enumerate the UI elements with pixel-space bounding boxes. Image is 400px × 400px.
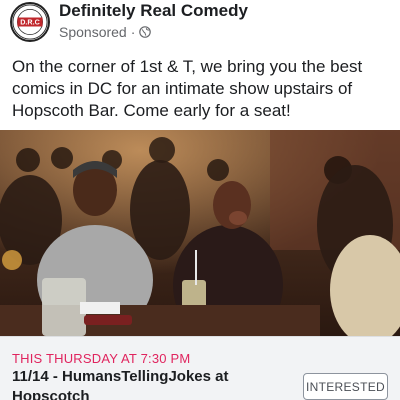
sponsored-label[interactable]: Sponsored xyxy=(59,24,127,40)
event-photo[interactable] xyxy=(0,130,400,336)
event-date-time: THIS THURSDAY AT 7:30 PM xyxy=(12,351,191,366)
post-header: D.R.C Definitely Real Comedy Sponsored · xyxy=(0,0,400,48)
post-body-text: On the corner of 1st & T, we bring you t… xyxy=(12,57,363,120)
interested-button[interactable]: INTERESTED xyxy=(303,373,388,400)
page-name-link[interactable]: Definitely Real Comedy xyxy=(59,1,248,21)
comedy-audience-photo xyxy=(0,130,400,336)
meta-separator: · xyxy=(130,24,136,40)
drc-logo: D.R.C xyxy=(12,4,48,40)
globe-icon xyxy=(139,26,152,38)
page-avatar[interactable]: D.R.C xyxy=(10,2,50,42)
post-meta: Sponsored · xyxy=(59,24,152,40)
event-title[interactable]: 11/14 - HumansTellingJokes at Hopscotch xyxy=(12,367,272,400)
logo-text: D.R.C xyxy=(20,18,40,27)
